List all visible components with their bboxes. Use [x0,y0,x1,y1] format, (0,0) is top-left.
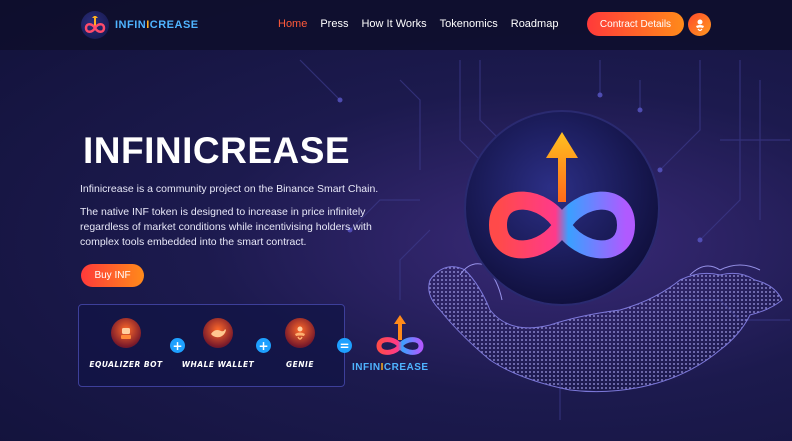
genie-icon [695,19,704,31]
brand-logo[interactable]: INFINICREASE [81,11,199,39]
tool-genie: GENIE [260,318,340,369]
hero-title: INFINICREASE [83,130,351,171]
brand-name-part1: INFIN [115,19,147,31]
nav-press[interactable]: Press [320,18,348,30]
hero-description: The native INF token is designed to incr… [80,206,372,248]
hero-subtitle: Infinicrease is a community project on t… [80,183,379,195]
result-name-part1: INFIN [352,362,381,373]
genie-button[interactable] [688,13,711,36]
nav-roadmap[interactable]: Roadmap [511,18,559,30]
infinity-logo-icon [81,11,109,39]
brand-name: INFINICREASE [115,19,199,31]
hero-hand-orb-graphic [428,110,783,393]
result-brand-name: INFINICREASE [352,362,429,373]
nav-tokenomics[interactable]: Tokenomics [440,18,498,30]
equals-icon: = [337,338,352,353]
infinity-logo-icon [376,315,424,355]
tool-equalizer-bot: EQUALIZER BOT [86,318,166,369]
buy-inf-button[interactable]: Buy INF [81,264,144,287]
site-header: INFINICREASE Home Press How It Works Tok… [0,0,792,50]
tool-label-whale-wallet: WHALE WALLET [181,360,255,369]
main-nav: Home Press How It Works Tokenomics Roadm… [278,18,571,30]
tool-whale-wallet: WHALE WALLET [178,318,258,369]
nav-home[interactable]: Home [278,18,307,30]
nav-how-it-works[interactable]: How It Works [361,18,426,30]
tool-label-equalizer-bot: EQUALIZER BOT [89,360,163,369]
contract-details-button[interactable]: Contract Details [587,12,684,36]
whale-icon [203,318,233,348]
robot-icon [111,318,141,348]
tool-label-genie: GENIE [286,360,314,369]
brand-name-part3: CREASE [149,19,199,31]
result-name-part3: CREASE [383,362,429,373]
genie-icon [285,318,315,348]
